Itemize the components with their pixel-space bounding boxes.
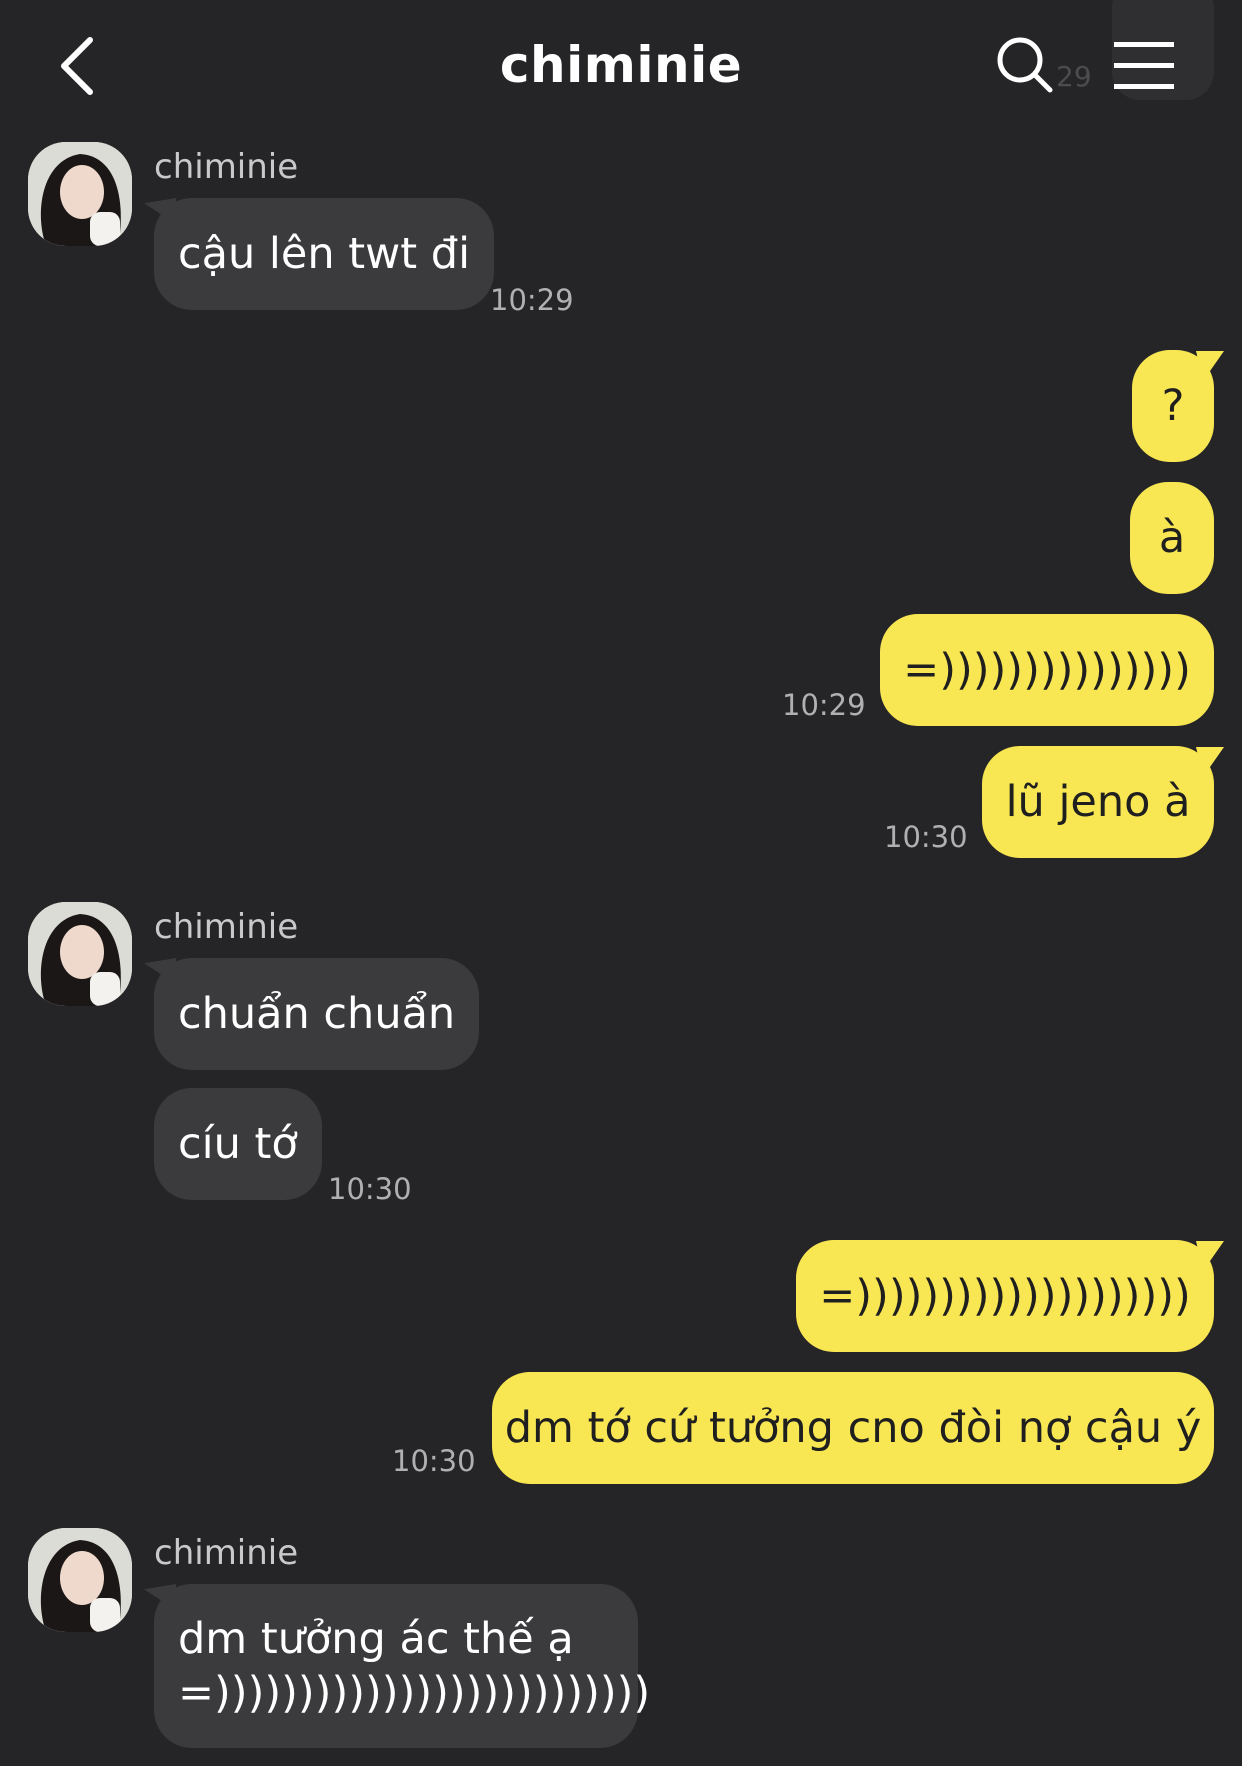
message-text: lũ jeno à (1005, 777, 1191, 827)
message-text: cíu tớ (178, 1119, 298, 1169)
outgoing-message[interactable]: à (1130, 482, 1214, 594)
message-text-line-2: =)))))))))))))))))))))))))) (178, 1668, 651, 1718)
incoming-message[interactable]: cậu lên twt đi (154, 198, 495, 310)
incoming-message[interactable]: dm tưởng ác thế ạ =)))))))))))))))))))))… (154, 1584, 650, 1748)
chat-header: 29 chiminie (0, 0, 1242, 130)
incoming-message[interactable]: cíu tớ (154, 1088, 322, 1200)
sender-name: chiminie (154, 907, 299, 947)
message-text: à (1158, 513, 1186, 563)
search-icon (997, 37, 1053, 93)
outgoing-message[interactable]: =)))))))))))))))))))) (796, 1240, 1214, 1352)
menu-button[interactable] (1112, 38, 1178, 94)
message-text: =))))))))))))))) (903, 645, 1191, 695)
message-text: ? (1161, 381, 1185, 431)
sender-name: chiminie (154, 147, 299, 187)
message-time: 10:29 (782, 688, 866, 722)
sender-name: chiminie (154, 1533, 299, 1573)
search-button[interactable] (994, 34, 1056, 96)
outgoing-message[interactable]: dm tớ cứ tưởng cno đòi nợ cậu ý (492, 1372, 1214, 1484)
message-time: 10:30 (884, 820, 968, 854)
message-time: 10:30 (392, 1444, 476, 1478)
message-text: dm tớ cứ tưởng cno đòi nợ cậu ý (504, 1403, 1202, 1453)
avatar[interactable] (28, 902, 132, 1006)
message-text: cậu lên twt đi (178, 229, 471, 279)
outgoing-message[interactable]: lũ jeno à (982, 746, 1214, 858)
message-time: 10:30 (328, 1172, 412, 1206)
avatar[interactable] (28, 1528, 132, 1632)
message-time: 10:29 (490, 283, 574, 317)
message-text: =)))))))))))))))))))) (819, 1271, 1191, 1321)
incoming-message[interactable]: chuẩn chuẩn (154, 958, 480, 1070)
message-text: chuẩn chuẩn (178, 989, 456, 1039)
hamburger-menu-icon (1114, 42, 1174, 89)
outgoing-message[interactable]: =))))))))))))))) (880, 614, 1214, 726)
avatar[interactable] (28, 142, 132, 246)
message-text-line-1: dm tưởng ác thế ạ (178, 1614, 574, 1664)
outgoing-message[interactable]: ? (1132, 350, 1214, 462)
